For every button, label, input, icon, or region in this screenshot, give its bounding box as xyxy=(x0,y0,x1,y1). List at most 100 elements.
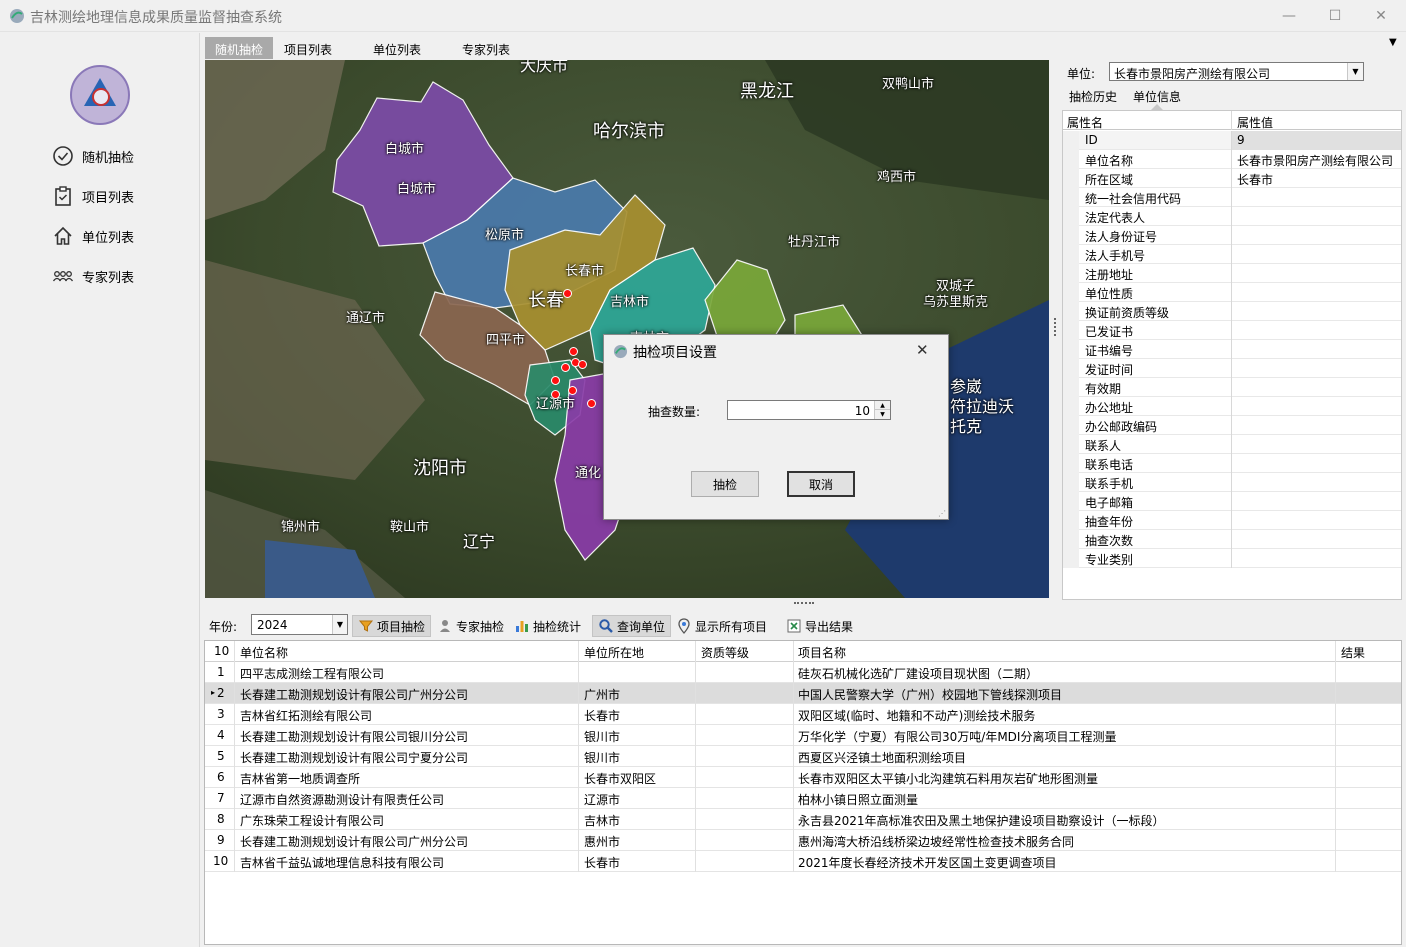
maximize-button[interactable]: ☐ xyxy=(1312,0,1358,32)
table-row[interactable]: 9 长春建工勘测规划设计有限公司广州分公司 惠州市 惠州海湾大桥沿线桥梁边坡经常性检查… xyxy=(205,830,1401,851)
property-row[interactable]: 单位性质 xyxy=(1063,283,1401,302)
property-row[interactable]: 证书编号 xyxy=(1063,340,1401,359)
vertical-splitter[interactable] xyxy=(1054,318,1058,336)
export-results-button[interactable]: 导出结果 xyxy=(781,615,858,637)
tab-expert-list[interactable]: 专家列表 xyxy=(452,37,520,59)
map-label: 辽宁 xyxy=(463,532,496,551)
spin-down-icon[interactable]: ▼ xyxy=(874,410,890,419)
nav-label: 单位列表 xyxy=(82,230,135,246)
project-marker[interactable] xyxy=(568,386,577,395)
property-name: ID xyxy=(1085,133,1098,147)
table-row[interactable]: ▸ 2 长春建工勘测规划设计有限公司广州分公司 广州市 中国人民警察大学（广州）校园地下… xyxy=(205,683,1401,704)
qty-spinner[interactable]: 10 ▲ ▼ xyxy=(727,400,891,420)
project-marker[interactable] xyxy=(569,347,578,356)
property-row[interactable]: 换证前资质等级 xyxy=(1063,302,1401,321)
row-number: 5 xyxy=(217,749,225,763)
map-label: 牡丹江市 xyxy=(788,235,841,250)
property-row[interactable]: 法定代表人 xyxy=(1063,207,1401,226)
resize-grip-icon[interactable]: ⋰ xyxy=(938,509,946,518)
tab-project-list[interactable]: 项目列表 xyxy=(274,37,342,59)
table-row[interactable]: 5 长春建工勘测规划设计有限公司宁夏分公司 银川市 西夏区兴泾镇土地面积测绘项目 xyxy=(205,746,1401,767)
property-row[interactable]: 发证时间 xyxy=(1063,359,1401,378)
subtab-unit-info[interactable]: 单位信息 xyxy=(1133,88,1181,105)
cell-project-name: 万华化学（宁夏）有限公司30万吨/年MDI分离项目工程测量 xyxy=(798,730,1117,744)
tab-overflow-icon[interactable]: ▼ xyxy=(1389,37,1397,48)
project-marker[interactable] xyxy=(578,360,587,369)
table-row[interactable]: 6 吉林省第一地质调查所 长春市双阳区 长春市双阳区太平镇小北沟建筑石料用灰岩矿地形图… xyxy=(205,767,1401,788)
cancel-button[interactable]: 取消 xyxy=(787,471,855,497)
property-name: 电子邮箱 xyxy=(1085,496,1134,510)
property-row[interactable]: ID 9 xyxy=(1063,131,1401,150)
map-label: 鸡西市 xyxy=(877,170,917,185)
close-button[interactable]: ✕ xyxy=(1358,0,1404,32)
property-row[interactable]: 专业类别 xyxy=(1063,549,1401,568)
property-row[interactable]: 抽查次数 xyxy=(1063,530,1401,549)
unit-select[interactable]: 长春市景阳房产测绘有限公司 ▼ xyxy=(1109,62,1364,81)
property-row[interactable]: 统一社会信用代码 xyxy=(1063,188,1401,207)
project-marker[interactable] xyxy=(561,363,570,372)
row-number: 8 xyxy=(217,812,225,826)
row-count: 10 xyxy=(214,644,230,658)
minimize-button[interactable]: — xyxy=(1266,0,1312,32)
column-header[interactable]: 资质等级 xyxy=(701,644,749,661)
show-all-projects-button[interactable]: 显示所有项目 xyxy=(671,615,772,637)
property-row[interactable]: 法人手机号 xyxy=(1063,245,1401,264)
cell-project-name: 2021年度长春经济技术开发区国土变更调查项目 xyxy=(798,856,1057,870)
column-header[interactable]: 单位所在地 xyxy=(584,644,644,661)
dialog-close-button[interactable]: ✕ xyxy=(916,341,929,359)
horizontal-splitter[interactable] xyxy=(794,602,814,606)
project-marker[interactable] xyxy=(563,289,572,298)
project-marker[interactable] xyxy=(587,399,596,408)
property-row[interactable]: 单位名称 长春市景阳房产测绘有限公司 xyxy=(1063,150,1401,169)
property-row[interactable]: 联系手机 xyxy=(1063,473,1401,492)
nav-item-expert-list[interactable]: 专家列表 xyxy=(52,264,192,288)
chevron-down-icon[interactable]: ▼ xyxy=(1347,63,1363,80)
column-header[interactable]: 单位名称 xyxy=(240,644,288,661)
project-marker[interactable] xyxy=(551,390,560,399)
expert-check-button[interactable]: 专家抽检 xyxy=(432,615,509,637)
property-name: 办公邮政编码 xyxy=(1085,420,1158,434)
subtab-check-history[interactable]: 抽检历史 xyxy=(1069,88,1117,105)
project-marker[interactable] xyxy=(551,376,560,385)
year-select[interactable]: 2024 ▼ xyxy=(251,614,348,635)
check-circle-icon xyxy=(53,146,73,166)
property-value: 长春市景阳房产测绘有限公司 xyxy=(1237,154,1394,168)
cell-project-name: 长春市双阳区太平镇小北沟建筑石料用灰岩矿地形图测量 xyxy=(798,772,1099,786)
nav-item-unit-list[interactable]: 单位列表 xyxy=(52,224,192,248)
table-row[interactable]: 1 四平志成测绘工程有限公司 硅灰石机械化选矿厂建设项目现状图（二期） xyxy=(205,662,1401,683)
property-row[interactable]: 联系电话 xyxy=(1063,454,1401,473)
property-row[interactable]: 注册地址 xyxy=(1063,264,1401,283)
spin-up-icon[interactable]: ▲ xyxy=(874,401,890,410)
property-row[interactable]: 抽查年份 xyxy=(1063,511,1401,530)
property-row[interactable]: 办公邮政编码 xyxy=(1063,416,1401,435)
property-name: 证书编号 xyxy=(1085,344,1134,358)
chevron-down-icon[interactable]: ▼ xyxy=(332,615,347,634)
table-row[interactable]: 3 吉林省红拓测绘有限公司 长春市 双阳区域(临时、地籍和不动产)测绘技术服务 xyxy=(205,704,1401,725)
nav-item-random-check[interactable]: 随机抽检 xyxy=(52,144,192,168)
year-select-value: 2024 xyxy=(257,618,288,632)
table-row[interactable]: 8 广东珠荣工程设计有限公司 吉林市 永吉县2021年高标准农田及黑土地保护建设项目勘… xyxy=(205,809,1401,830)
nav-item-project-list[interactable]: 项目列表 xyxy=(52,184,192,208)
property-row[interactable]: 法人身份证号 xyxy=(1063,226,1401,245)
table-row[interactable]: 10 吉林省千益弘诚地理信息科技有限公司 长春市 2021年度长春经济技术开发区国土变… xyxy=(205,851,1401,872)
check-statistics-button[interactable]: 抽检统计 xyxy=(509,615,586,637)
tab-unit-list[interactable]: 单位列表 xyxy=(363,37,431,59)
column-header[interactable]: 结果 xyxy=(1341,644,1365,661)
property-row[interactable]: 所在区域 长春市 xyxy=(1063,169,1401,188)
project-check-button[interactable]: 项目抽检 xyxy=(352,615,432,637)
property-row[interactable]: 电子邮箱 xyxy=(1063,492,1401,511)
region-label: 松原市 xyxy=(485,228,525,243)
check-button[interactable]: 抽检 xyxy=(691,471,759,497)
cell-project-name: 永吉县2021年高标准农田及黑土地保护建设项目勘察设计（一标段） xyxy=(798,814,1165,828)
table-row[interactable]: 4 长春建工勘测规划设计有限公司银川分公司 银川市 万华化学（宁夏）有限公司30万吨/… xyxy=(205,725,1401,746)
tab-random-check[interactable]: 随机抽检 xyxy=(205,37,274,59)
column-header[interactable]: 项目名称 xyxy=(798,644,846,661)
property-row[interactable]: 办公地址 xyxy=(1063,397,1401,416)
cell-unit-name: 吉林省千益弘诚地理信息科技有限公司 xyxy=(240,856,445,870)
property-row[interactable]: 已发证书 xyxy=(1063,321,1401,340)
table-row[interactable]: 7 辽源市自然资源勘测设计有限责任公司 辽源市 柏林小镇日照立面测量 xyxy=(205,788,1401,809)
query-unit-button[interactable]: 查询单位 xyxy=(592,615,672,637)
property-row[interactable]: 有效期 xyxy=(1063,378,1401,397)
property-row[interactable]: 联系人 xyxy=(1063,435,1401,454)
dialog-title: 抽检项目设置 xyxy=(633,345,717,361)
